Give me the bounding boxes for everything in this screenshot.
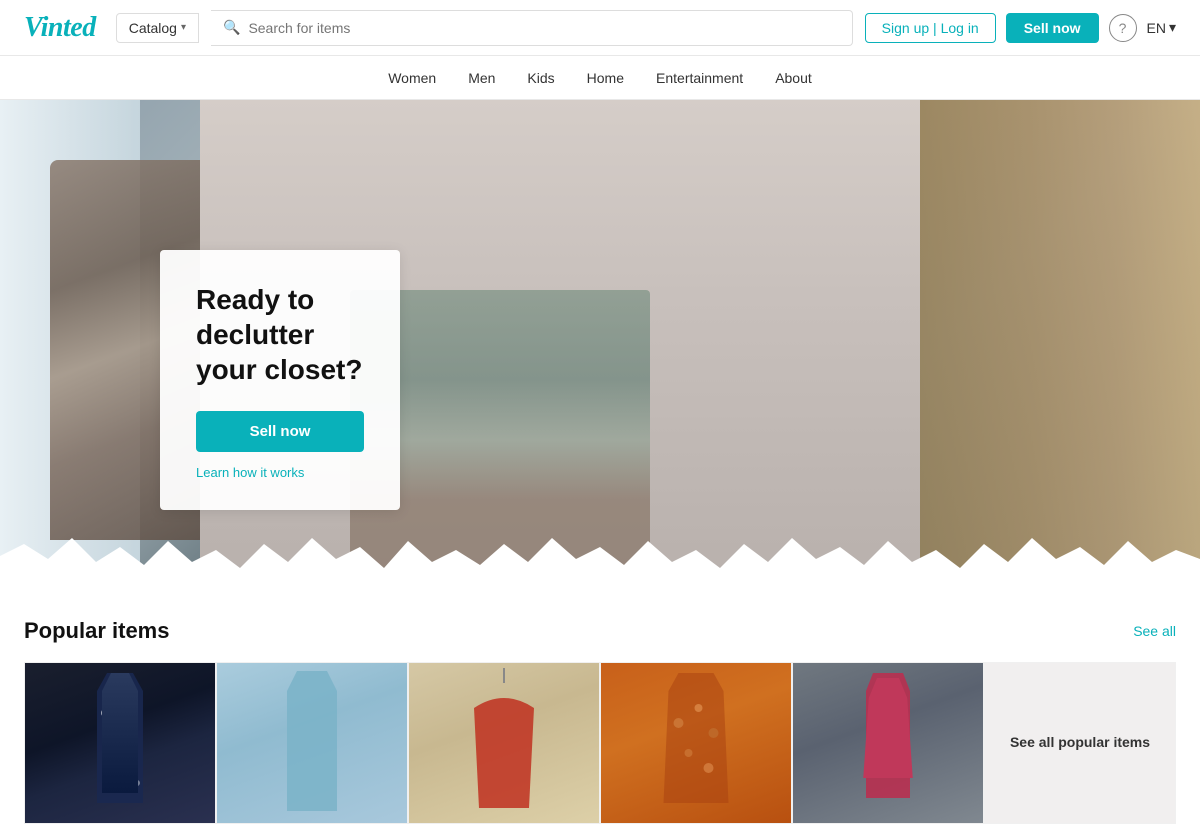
- nav-about[interactable]: About: [775, 70, 812, 86]
- popular-header: Popular items See all: [24, 618, 1176, 644]
- language-selector[interactable]: EN ▾: [1147, 19, 1176, 36]
- search-bar: 🔍: [211, 10, 853, 46]
- scene-right: [920, 100, 1200, 590]
- nav-home[interactable]: Home: [587, 70, 624, 86]
- hero-sell-button[interactable]: Sell now: [196, 411, 364, 452]
- search-input[interactable]: [248, 20, 839, 36]
- catalog-dropdown-button[interactable]: Catalog ▾: [116, 13, 199, 43]
- popular-item-2[interactable]: [216, 662, 408, 824]
- site-header: Vinted Catalog ▾ 🔍 Sign up | Log in Sell…: [0, 0, 1200, 56]
- popular-item-4[interactable]: [600, 662, 792, 824]
- see-all-popular-label: See all popular items: [998, 721, 1162, 765]
- learn-how-it-works-link[interactable]: Learn how it works: [196, 465, 304, 480]
- signin-button[interactable]: Sign up | Log in: [865, 13, 996, 43]
- header-right-actions: Sign up | Log in Sell now ? EN ▾: [865, 13, 1176, 43]
- lang-label: EN: [1147, 20, 1166, 36]
- see-all-link[interactable]: See all: [1133, 623, 1176, 639]
- popular-items-grid: See all popular items: [24, 662, 1176, 824]
- hero-card: Ready to declutter your closet? Sell now…: [160, 250, 400, 510]
- search-icon: 🔍: [223, 19, 240, 36]
- catalog-label: Catalog: [129, 20, 177, 36]
- sell-now-header-button[interactable]: Sell now: [1006, 13, 1099, 43]
- nav-men[interactable]: Men: [468, 70, 495, 86]
- nav-women[interactable]: Women: [388, 70, 436, 86]
- nav-entertainment[interactable]: Entertainment: [656, 70, 743, 86]
- chevron-down-icon: ▾: [181, 22, 186, 33]
- popular-items-title: Popular items: [24, 618, 169, 644]
- chevron-down-icon: ▾: [1169, 19, 1176, 36]
- popular-item-3[interactable]: [408, 662, 600, 824]
- popular-item-1[interactable]: [24, 662, 216, 824]
- see-all-popular-overlay[interactable]: See all popular items: [985, 663, 1175, 823]
- help-button[interactable]: ?: [1109, 14, 1137, 42]
- popular-see-all-card[interactable]: See all popular items: [984, 662, 1176, 824]
- nav-kids[interactable]: Kids: [527, 70, 554, 86]
- popular-item-5[interactable]: [792, 662, 984, 824]
- hero-section: Ready to declutter your closet? Sell now…: [0, 100, 1200, 590]
- hero-title: Ready to declutter your closet?: [196, 282, 364, 387]
- main-nav: Women Men Kids Home Entertainment About: [0, 56, 1200, 100]
- popular-items-section: Popular items See all: [0, 590, 1200, 824]
- site-logo[interactable]: Vinted: [24, 12, 96, 44]
